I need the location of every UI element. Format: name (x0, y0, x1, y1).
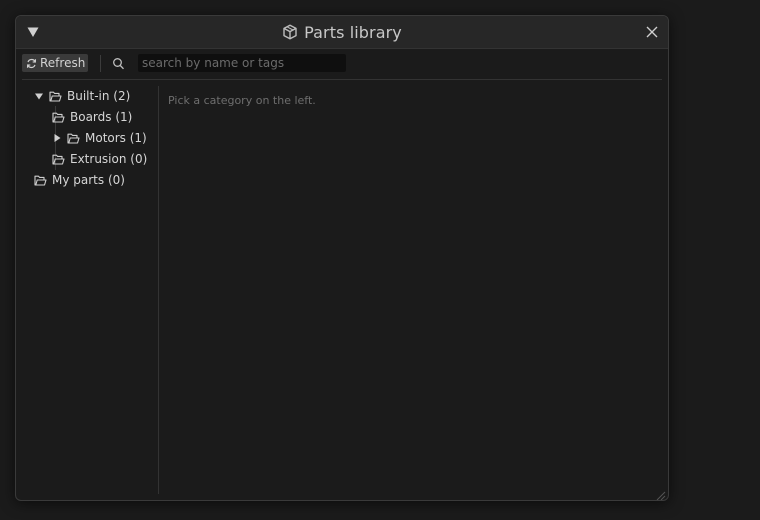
triangle-down-icon (27, 27, 39, 37)
tree-item-label: Boards (1) (70, 110, 133, 124)
tree-item-label: Extrusion (0) (70, 152, 148, 166)
folder-open-icon (52, 112, 65, 123)
close-button[interactable] (644, 24, 660, 40)
folder-open-icon (67, 133, 80, 144)
resize-grip-icon[interactable] (654, 486, 666, 500)
toolbar-divider (22, 79, 662, 80)
tree-item-my-parts[interactable]: My parts (0) (34, 170, 125, 190)
tree-item-label: Motors (1) (85, 131, 147, 145)
refresh-button[interactable]: Refresh (22, 54, 88, 72)
folder-open-icon (49, 91, 62, 102)
toolbar-separator (100, 55, 101, 72)
close-icon (646, 26, 658, 38)
folder-open-icon (34, 175, 47, 186)
tree-item-built-in[interactable]: Built-in (2) (34, 86, 130, 106)
folder-open-icon (52, 154, 65, 165)
tree-item-boards[interactable]: Boards (1) (52, 107, 132, 127)
tree-item-label: My parts (0) (52, 173, 125, 187)
cube-icon (283, 24, 297, 40)
refresh-label: Refresh (40, 56, 86, 70)
tree-item-label: Built-in (2) (67, 89, 131, 103)
chevron-down-icon[interactable] (34, 91, 44, 101)
tree-item-motors[interactable]: Motors (1) (52, 128, 147, 148)
title-bar[interactable]: Parts library (16, 16, 668, 49)
pane-splitter[interactable] (158, 86, 159, 494)
empty-state-hint: Pick a category on the left. (168, 94, 316, 107)
search-icon (112, 56, 125, 70)
toolbar: Refresh (22, 54, 662, 74)
search-input[interactable] (138, 54, 346, 72)
collapse-window-button[interactable] (25, 24, 41, 40)
refresh-icon (26, 58, 37, 68)
parts-library-window: Parts library Refresh search by name or … (15, 15, 669, 501)
window-title: Parts library (304, 22, 402, 42)
tree-item-extrusion[interactable]: Extrusion (0) (52, 149, 147, 169)
chevron-right-icon[interactable] (52, 133, 62, 143)
window-title-group: Parts library (16, 16, 668, 48)
